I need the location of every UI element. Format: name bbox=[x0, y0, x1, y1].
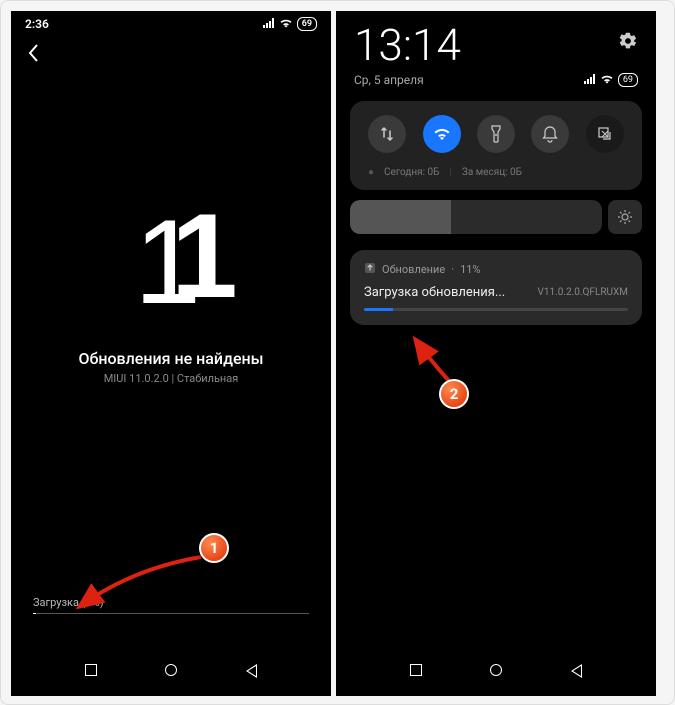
battery-indicator: 69 bbox=[618, 73, 638, 87]
shade-status-icons: 69 bbox=[584, 73, 638, 87]
wifi-toggle-icon[interactable] bbox=[423, 115, 461, 153]
download-progress-area: Загрузка (1%) bbox=[33, 596, 309, 614]
phone-notification-shade: 13:14 Ср, 5 апреля 69 bbox=[336, 11, 656, 696]
shade-clock: 13:14 bbox=[354, 19, 461, 71]
quick-settings-panel: ● Сегодня: 0Б | За месяц: 0Б bbox=[350, 101, 642, 190]
status-time: 2:36 bbox=[25, 17, 49, 31]
notification-percent: 11% bbox=[460, 263, 480, 276]
notification-version: V11.0.2.0.QFLRUXM bbox=[538, 287, 628, 298]
miui-logo: 11 bbox=[11, 187, 331, 325]
callout-badge-2: 2 bbox=[439, 379, 469, 409]
notification-body: Загрузка обновления... V11.0.2.0.QFLRUXM bbox=[364, 285, 628, 300]
brightness-fill bbox=[350, 200, 451, 234]
nav-bar bbox=[336, 654, 656, 688]
nav-home-button[interactable] bbox=[165, 664, 177, 676]
nav-recent-button[interactable] bbox=[85, 664, 97, 676]
callout-badge-1: 1 bbox=[199, 533, 229, 563]
phone-updater-screen: 2:36 69 11 Обновления не найдены MIUI 11… bbox=[11, 11, 331, 696]
notification-header: Обновление · 11% bbox=[364, 262, 628, 277]
signal-icon bbox=[263, 18, 275, 31]
nav-bar bbox=[11, 654, 331, 688]
nav-back-button[interactable] bbox=[246, 664, 257, 678]
status-bar: 2:36 69 bbox=[11, 11, 331, 35]
back-button[interactable] bbox=[11, 35, 331, 77]
download-progress-bar bbox=[33, 613, 309, 614]
data-toggle-icon[interactable] bbox=[368, 115, 406, 153]
download-progress-fill bbox=[33, 613, 36, 614]
notification-progress-bar bbox=[364, 308, 628, 311]
notification-progress-fill bbox=[364, 308, 393, 311]
brightness-panel bbox=[350, 200, 642, 234]
auto-brightness-toggle[interactable] bbox=[608, 200, 642, 234]
update-notification-card[interactable]: Обновление · 11% Загрузка обновления... … bbox=[350, 250, 642, 325]
nav-back-button[interactable] bbox=[571, 664, 582, 678]
nav-recent-button[interactable] bbox=[410, 664, 422, 676]
data-usage-today: Сегодня: 0Б bbox=[384, 167, 439, 178]
update-version-text: MIUI 11.0.2.0 | Стабильная bbox=[11, 372, 331, 385]
quick-settings-row bbox=[360, 115, 632, 153]
status-icons: 69 bbox=[263, 17, 317, 31]
data-usage-row[interactable]: ● Сегодня: 0Б | За месяц: 0Б bbox=[360, 165, 632, 180]
notification-app-name: Обновление bbox=[382, 263, 445, 276]
dnd-toggle-icon[interactable] bbox=[531, 115, 569, 153]
update-app-icon bbox=[364, 262, 376, 277]
update-status-text: Обновления не найдены bbox=[11, 349, 331, 368]
battery-indicator: 69 bbox=[297, 17, 317, 31]
shade-header: 13:14 bbox=[336, 11, 656, 71]
nav-home-button[interactable] bbox=[490, 664, 502, 676]
download-label: Загрузка (1%) bbox=[33, 596, 309, 609]
notification-title: Загрузка обновления... bbox=[364, 285, 505, 300]
data-usage-month: За месяц: 0Б bbox=[462, 167, 522, 178]
wifi-icon bbox=[279, 18, 293, 31]
shade-date-row: Ср, 5 апреля 69 bbox=[336, 71, 656, 97]
flashlight-toggle-icon[interactable] bbox=[477, 115, 515, 153]
screenshot-toggle-icon[interactable] bbox=[586, 115, 624, 153]
brightness-slider[interactable] bbox=[350, 200, 602, 234]
data-usage-dot: ● bbox=[368, 167, 374, 178]
settings-gear-icon[interactable] bbox=[618, 31, 638, 56]
shade-date: Ср, 5 апреля bbox=[354, 73, 424, 87]
signal-icon bbox=[584, 74, 596, 87]
wifi-icon bbox=[600, 74, 614, 87]
